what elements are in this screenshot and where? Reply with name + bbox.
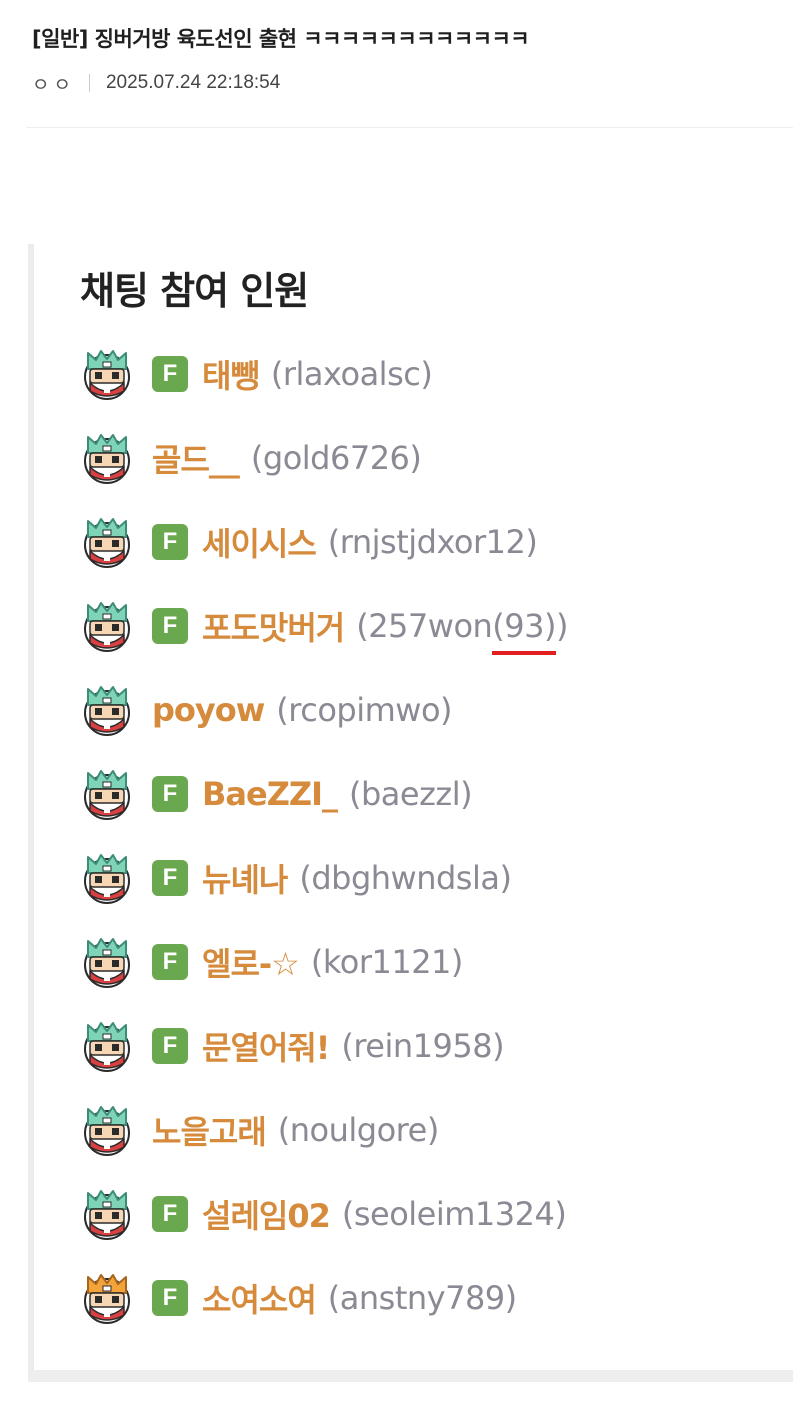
user-id-text: (rlaxoalsc)	[270, 355, 433, 393]
member-user-id: (noulgore)	[277, 1111, 440, 1149]
member-nickname[interactable]: 설레임02	[202, 1191, 331, 1237]
member-nickname[interactable]: 세이시스	[202, 519, 317, 565]
member-nickname[interactable]: 골드__	[152, 435, 240, 481]
member-row[interactable]: F 세이시스 (rnjstjdxor12)	[80, 512, 538, 572]
post-author[interactable]: ㅇㅇ	[32, 70, 75, 97]
member-nickname[interactable]: 노을고래	[152, 1107, 267, 1153]
fan-badge: F	[152, 1028, 188, 1064]
member-row[interactable]: 노을고래 (noulgore)	[80, 1100, 439, 1160]
member-row[interactable]: F 소여소여 (anstny789)	[80, 1268, 517, 1328]
post-title[interactable]: [일반] 징버거방 육도선인 출현 ㅋㅋㅋㅋㅋㅋㅋㅋㅋㅋㅋㅋ	[32, 22, 772, 56]
post-header: [일반] 징버거방 육도선인 출현 ㅋㅋㅋㅋㅋㅋㅋㅋㅋㅋㅋㅋ ㅇㅇ 2025.0…	[32, 22, 772, 96]
post-meta: ㅇㅇ 2025.07.24 22:18:54	[32, 70, 772, 96]
member-nickname[interactable]: 뉴녜나	[202, 855, 288, 901]
crown-avatar-icon	[84, 1190, 130, 1240]
member-user-id: (anstny789)	[328, 1279, 517, 1317]
member-row[interactable]: F 뉴녜나 (dbghwndsla)	[80, 848, 512, 908]
crown-avatar-icon	[84, 770, 130, 820]
member-user-id: (257won(93))	[356, 607, 568, 655]
user-id-suffix: )	[555, 607, 568, 645]
crown-avatar-icon	[84, 686, 130, 736]
user-id-text: (baezzl)	[349, 775, 473, 813]
member-row[interactable]: 골드__ (gold6726)	[80, 428, 422, 488]
chat-participants-panel: 채팅 참여 인원 F 태뺑 (rlaxoalsc) 골드__ (gold6726) F 세이…	[28, 244, 793, 1377]
member-row[interactable]: F BaeZZI_ (baezzl)	[80, 764, 473, 824]
member-user-id: (seoleim1324)	[341, 1195, 567, 1233]
red-underline-highlight: (93)	[492, 607, 556, 655]
fan-badge: F	[152, 944, 188, 980]
member-user-id: (gold6726)	[251, 439, 422, 477]
member-nickname[interactable]: poyow	[152, 691, 265, 729]
fan-badge: F	[152, 524, 188, 560]
crown-avatar-icon	[84, 350, 130, 400]
member-nickname[interactable]: 문열어줘!	[202, 1023, 330, 1069]
user-id-text: (seoleim1324)	[341, 1195, 567, 1233]
panel-title: 채팅 참여 인원	[80, 269, 309, 313]
member-nickname[interactable]: 태뺑	[202, 351, 260, 397]
member-row[interactable]: poyow (rcopimwo)	[80, 680, 453, 740]
fan-badge: F	[152, 860, 188, 896]
user-id-text: (dbghwndsla)	[299, 859, 512, 897]
post-date: 2025.07.24 22:18:54	[105, 72, 281, 93]
crown-avatar-icon	[84, 938, 130, 988]
member-row[interactable]: F 문열어줘! (rein1958)	[80, 1016, 505, 1076]
crown-avatar-icon	[84, 602, 130, 652]
user-id-text: (rein1958)	[341, 1027, 505, 1065]
header-divider	[26, 127, 793, 128]
member-user-id: (rein1958)	[341, 1027, 504, 1065]
user-id-text: (rnjstjdxor12)	[327, 523, 538, 561]
panel-bottom-border	[28, 1370, 793, 1382]
member-user-id: (rnjstjdxor12)	[328, 523, 538, 561]
member-nickname[interactable]: 소여소여	[202, 1275, 317, 1321]
member-row[interactable]: F 포도맛버거 (257won(93))	[80, 596, 568, 656]
member-nickname[interactable]: 엘로-☆	[202, 939, 300, 985]
crown-avatar-icon	[84, 434, 130, 484]
member-nickname[interactable]: 포도맛버거	[202, 603, 345, 649]
member-row[interactable]: F 태뺑 (rlaxoalsc)	[80, 344, 433, 404]
fan-badge: F	[152, 776, 188, 812]
crown-avatar-icon	[84, 518, 130, 568]
crown-avatar-icon	[84, 1106, 130, 1156]
member-user-id: (kor1121)	[310, 943, 464, 981]
fan-badge: F	[152, 608, 188, 644]
crown-avatar-icon	[84, 854, 130, 904]
meta-divider	[88, 74, 90, 92]
member-user-id: (rcopimwo)	[276, 691, 452, 729]
member-user-id: (baezzl)	[349, 775, 473, 813]
user-id-text: (kor1121)	[310, 943, 464, 981]
user-id-text: (noulgore)	[277, 1111, 440, 1149]
gold-crown-avatar-icon	[84, 1274, 130, 1324]
member-nickname[interactable]: BaeZZI_	[202, 775, 338, 813]
user-id-text: (anstny789)	[327, 1279, 517, 1317]
user-id-text: (rcopimwo)	[276, 691, 453, 729]
member-user-id: (dbghwndsla)	[299, 859, 512, 897]
fan-badge: F	[152, 356, 188, 392]
fan-badge: F	[152, 1196, 188, 1232]
user-id-text: (257won	[356, 607, 493, 645]
member-user-id: (rlaxoalsc)	[270, 355, 433, 393]
member-row[interactable]: F 엘로-☆ (kor1121)	[80, 932, 463, 992]
user-id-text: (gold6726)	[250, 439, 422, 477]
fan-badge: F	[152, 1280, 188, 1316]
crown-avatar-icon	[84, 1022, 130, 1072]
member-row[interactable]: F 설레임02 (seoleim1324)	[80, 1184, 567, 1244]
